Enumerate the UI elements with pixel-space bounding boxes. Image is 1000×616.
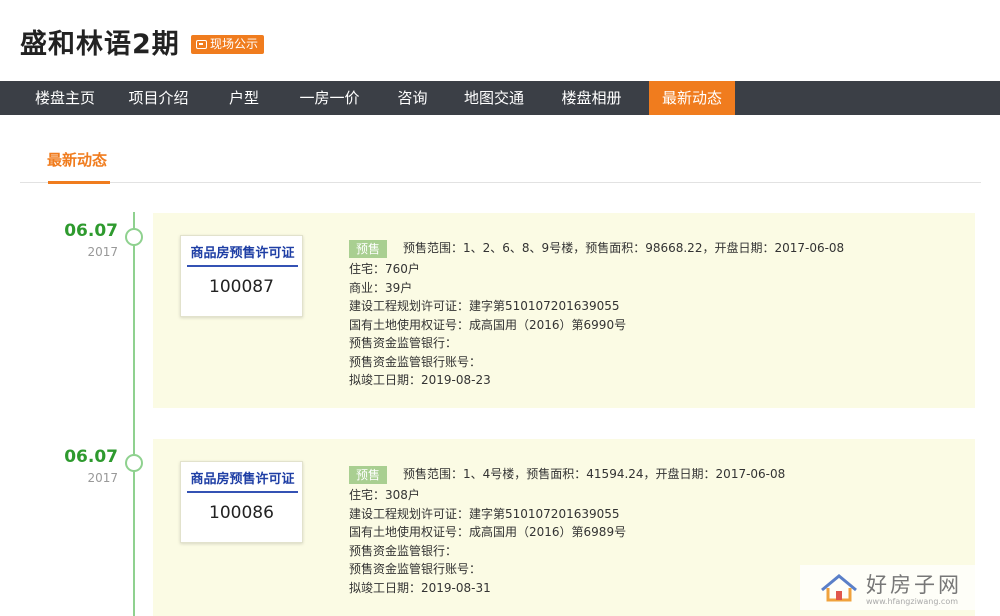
info-line: 国有土地使用权证号：成高国用（2016）第6990号 [349, 317, 627, 332]
info-line: 建设工程规划许可证：建字第510107201639055 [349, 506, 620, 521]
nav-item-map[interactable]: 地图交通 [454, 81, 534, 115]
tab-latest-news[interactable]: 最新动态 [47, 149, 107, 170]
nav-item-intro[interactable]: 项目介绍 [117, 81, 200, 115]
entry-date: 06.07 [64, 221, 118, 241]
info-line: 商业：39户 [349, 280, 413, 295]
info-line: 预售 预售范围：1、2、6、8、9号楼，预售面积：98668.22，开盘日期：20… [349, 237, 969, 259]
cert-number: 100087 [209, 277, 274, 297]
presale-tag: 预售 [349, 239, 388, 258]
active-tab-underline [48, 181, 110, 184]
info-line: 预售 预售范围：1、4号楼，预售面积：41594.24，开盘日期：2017-06-… [349, 463, 969, 485]
presale-info: 预售 预售范围：1、2、6、8、9号楼，预售面积：98668.22，开盘日期：20… [349, 237, 969, 390]
nav-item-home[interactable]: 楼盘主页 [0, 81, 130, 115]
info-line: 建设工程规划许可证：建字第510107201639055 [349, 299, 620, 313]
timeline-dot [125, 454, 143, 472]
badge-label: 现场公示 [210, 37, 259, 51]
presale-certificate[interactable]: 商品房预售许可证 100086 [180, 461, 303, 543]
entry-year: 2017 [87, 471, 118, 485]
house-logo-icon [818, 572, 860, 604]
cert-number: 100086 [209, 503, 274, 523]
presale-certificate[interactable]: 商品房预售许可证 100087 [180, 235, 303, 317]
section-tabs: 最新动态 [20, 140, 981, 184]
watermark-text: 好房子网 [866, 573, 962, 597]
info-line: 拟竣工日期：2019-08-23 [349, 373, 491, 387]
timeline-line [133, 212, 135, 616]
nav-item-consult[interactable]: 咨询 [371, 81, 454, 115]
timeline-dot [125, 228, 143, 246]
nav-item-news[interactable]: 最新动态 [649, 81, 735, 115]
cert-title: 商品房预售许可证 [187, 242, 298, 267]
info-line: 住宅：760户 [349, 262, 420, 276]
watermark-url: www.hfangziwang.com [866, 597, 959, 606]
entry-date: 06.07 [64, 447, 118, 467]
nav-item-album[interactable]: 楼盘相册 [534, 81, 649, 115]
info-line: 预售资金监管银行： [349, 336, 458, 350]
info-line: 住宅：308户 [349, 488, 420, 502]
info-line: 预售资金监管银行账号： [349, 354, 482, 369]
info-line: 预售资金监管银行： [349, 543, 458, 558]
main-nav: 楼盘主页 项目介绍 户型 一房一价 咨询 地图交通 楼盘相册 最新动态 [0, 81, 1000, 115]
cert-title: 商品房预售许可证 [187, 468, 298, 493]
entry-year: 2017 [87, 245, 118, 259]
news-card: 商品房预售许可证 100087 预售 预售范围：1、2、6、8、9号楼，预售面积：… [153, 213, 975, 408]
site-watermark: 好房子网 www.hfangziwang.com [800, 565, 995, 610]
page-header: 盛和林语2期 现场公示 [0, 0, 1000, 81]
onsite-notice-badge[interactable]: 现场公示 [191, 35, 265, 54]
info-line: 国有土地使用权证号：成高国用（2016）第6989号 [349, 525, 627, 539]
notice-icon [196, 40, 207, 49]
nav-item-floorplans[interactable]: 户型 [200, 81, 288, 115]
page-title: 盛和林语2期 [20, 29, 180, 60]
presale-tag: 预售 [349, 465, 388, 484]
nav-item-price-list[interactable]: 一房一价 [288, 81, 371, 115]
